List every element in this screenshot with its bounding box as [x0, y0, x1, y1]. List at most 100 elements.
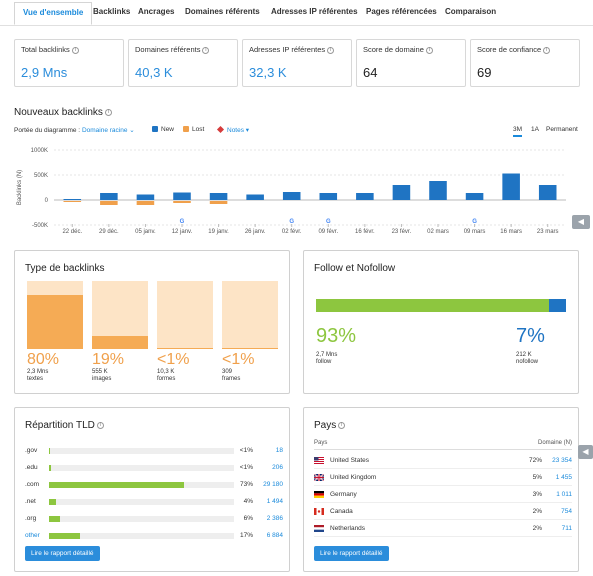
backlink-types-panel: Type de backlinks 80% 19% <1% <1% 2,3 Mn… [14, 250, 290, 394]
kpi-label: Score de confiance [477, 45, 542, 54]
tld-report-button[interactable]: Lire le rapport détaillé [25, 546, 100, 561]
col-domains-header[interactable]: Domaine (N) [538, 440, 572, 446]
checkbox-icon[interactable] [152, 126, 158, 132]
kpi-value[interactable]: 40,3 K [135, 65, 173, 80]
info-icon[interactable]: i [543, 46, 551, 54]
collapse-side-button[interactable]: ◀ [572, 215, 590, 229]
info-icon[interactable]: i [104, 108, 112, 116]
tld-count[interactable]: 6 884 [267, 532, 283, 539]
type-pct: 80% [27, 351, 60, 368]
type-bar-image[interactable] [92, 281, 148, 349]
country-name: United Kingdom [330, 474, 377, 481]
note-diamond-icon [216, 125, 225, 134]
panel-title: Répartition TLD i [25, 420, 104, 431]
info-icon[interactable]: i [327, 46, 335, 54]
tld-pct: 17% [239, 532, 253, 539]
new-backlinks-bar [465, 193, 484, 200]
country-count[interactable]: 754 [561, 508, 572, 515]
type-bar-fill [92, 336, 148, 349]
section-title-text: Nouveaux backlinks [14, 107, 103, 118]
type-bar-form[interactable] [157, 281, 213, 349]
tab-overview[interactable]: Vue d'ensemble [14, 2, 93, 25]
tld-count[interactable]: 29 180 [263, 481, 283, 488]
tld-pct: 4% [243, 498, 253, 505]
period-3m[interactable]: 3M [513, 126, 523, 137]
checkbox-icon[interactable] [183, 126, 189, 132]
info-icon[interactable]: i [71, 46, 79, 54]
chart-labels: 1000K 500K 0 -500K Backlinks (N) 22 déc. 29 dé… [17, 148, 559, 235]
type-pct: 19% [92, 351, 125, 368]
country-row[interactable]: Germany 3% 1 011 [314, 486, 572, 503]
tld-bar-fill [49, 448, 50, 454]
type-caption: 10,3 Kformes [157, 369, 175, 383]
period-permanent[interactable]: Permanent [546, 126, 578, 133]
us-flag-icon [314, 457, 324, 464]
type-pct: <1% [157, 351, 190, 368]
country-row[interactable]: Canada 2% 754 [314, 503, 572, 520]
legend-lost[interactable]: Lost [183, 126, 204, 133]
tld-name[interactable]: other [25, 532, 40, 539]
country-row[interactable]: Netherlands 2% 711 [314, 520, 572, 537]
scope-label: Portée du diagramme : [14, 127, 81, 134]
tab-backlinks[interactable]: Backlinks [93, 7, 130, 16]
notes-dropdown[interactable]: Notes ▾ [227, 127, 249, 134]
info-icon[interactable]: i [338, 421, 346, 429]
x-tick-label: 09 mars [464, 229, 486, 235]
tab-anchors[interactable]: Ancrages [138, 7, 174, 16]
tld-row[interactable]: .edu <1% 206 [25, 461, 283, 475]
follow-nofollow-panel: Follow et Nofollow 93% 7% 2,7 Mns follow … [303, 250, 579, 394]
country-row[interactable]: United States 72% 23 354 [314, 452, 572, 469]
tld-count[interactable]: 206 [272, 464, 283, 471]
legend-new[interactable]: New [152, 126, 174, 133]
type-bar-fill [27, 294, 83, 349]
google-note-icon: G [326, 219, 331, 225]
period-1y[interactable]: 1A [531, 126, 539, 133]
uk-flag-icon [313, 473, 325, 482]
tld-row[interactable]: .net 4% 1 494 [25, 495, 283, 509]
kpi-referring-domains[interactable]: Domaines référents i 40,3 K [128, 39, 238, 87]
info-icon[interactable]: i [425, 46, 433, 54]
tld-row[interactable]: .com 73% 29 180 [25, 478, 283, 492]
y-tick-label: 500K [34, 173, 48, 179]
kpi-label: Total backlinks [21, 45, 70, 54]
kpi-total-backlinks[interactable]: Total backlinks i 2,9 Mns [14, 39, 124, 87]
scope-dropdown[interactable]: Domaine racine ⌄ [82, 127, 135, 134]
kpi-value: 64 [363, 65, 378, 80]
tab-comparison[interactable]: Comparaison [445, 7, 496, 16]
follow-ratio-bar[interactable] [316, 299, 566, 312]
tld-row[interactable]: other 17% 6 884 [25, 529, 283, 543]
type-count: 10,3 K [157, 369, 175, 375]
country-count[interactable]: 1 455 [556, 474, 572, 481]
type-bar-text[interactable] [27, 281, 83, 349]
kpi-value: 69 [477, 65, 492, 80]
tld-row[interactable]: .org 6% 2 386 [25, 512, 283, 526]
country-count[interactable]: 23 354 [552, 457, 572, 464]
tab-referring-ips[interactable]: Adresses IP référentes [271, 7, 358, 16]
countries-report-button[interactable]: Lire le rapport détaillé [314, 546, 389, 561]
y-tick-label: 1000K [31, 148, 48, 154]
kpi-referring-ips[interactable]: Adresses IP référentes i 32,3 K [242, 39, 352, 87]
type-bar-frame[interactable] [222, 281, 278, 349]
info-icon[interactable]: i [202, 46, 210, 54]
tab-referring-domains[interactable]: Domaines référents [185, 7, 260, 16]
country-name: Canada [330, 508, 353, 515]
x-tick-label: 23 févr. [392, 229, 412, 235]
panel-title-text: Répartition TLD [25, 420, 95, 431]
follow-caption: 2,7 Mns follow [316, 352, 337, 366]
country-row[interactable]: United Kingdom 5% 1 455 [313, 469, 572, 486]
country-count[interactable]: 1 011 [556, 491, 572, 498]
tld-count[interactable]: 18 [276, 447, 283, 454]
collapse-side-button[interactable]: ◀ [578, 445, 593, 459]
legend-new-label: New [161, 126, 175, 133]
tab-indexed-pages[interactable]: Pages référencées [366, 7, 437, 16]
country-count[interactable]: 711 [562, 525, 572, 532]
tld-row[interactable]: .gov <1% 18 [25, 444, 283, 458]
tld-count[interactable]: 1 494 [267, 498, 283, 505]
legend-notes[interactable]: Notes ▾ [216, 125, 249, 134]
kpi-value[interactable]: 32,3 K [249, 65, 287, 80]
info-icon[interactable]: i [96, 421, 104, 429]
type-caption: 555 Kimages [92, 369, 111, 383]
kpi-value[interactable]: 2,9 Mns [21, 65, 67, 80]
tld-count[interactable]: 2 386 [267, 515, 283, 522]
kpi-label: Adresses IP référentes [249, 45, 326, 54]
